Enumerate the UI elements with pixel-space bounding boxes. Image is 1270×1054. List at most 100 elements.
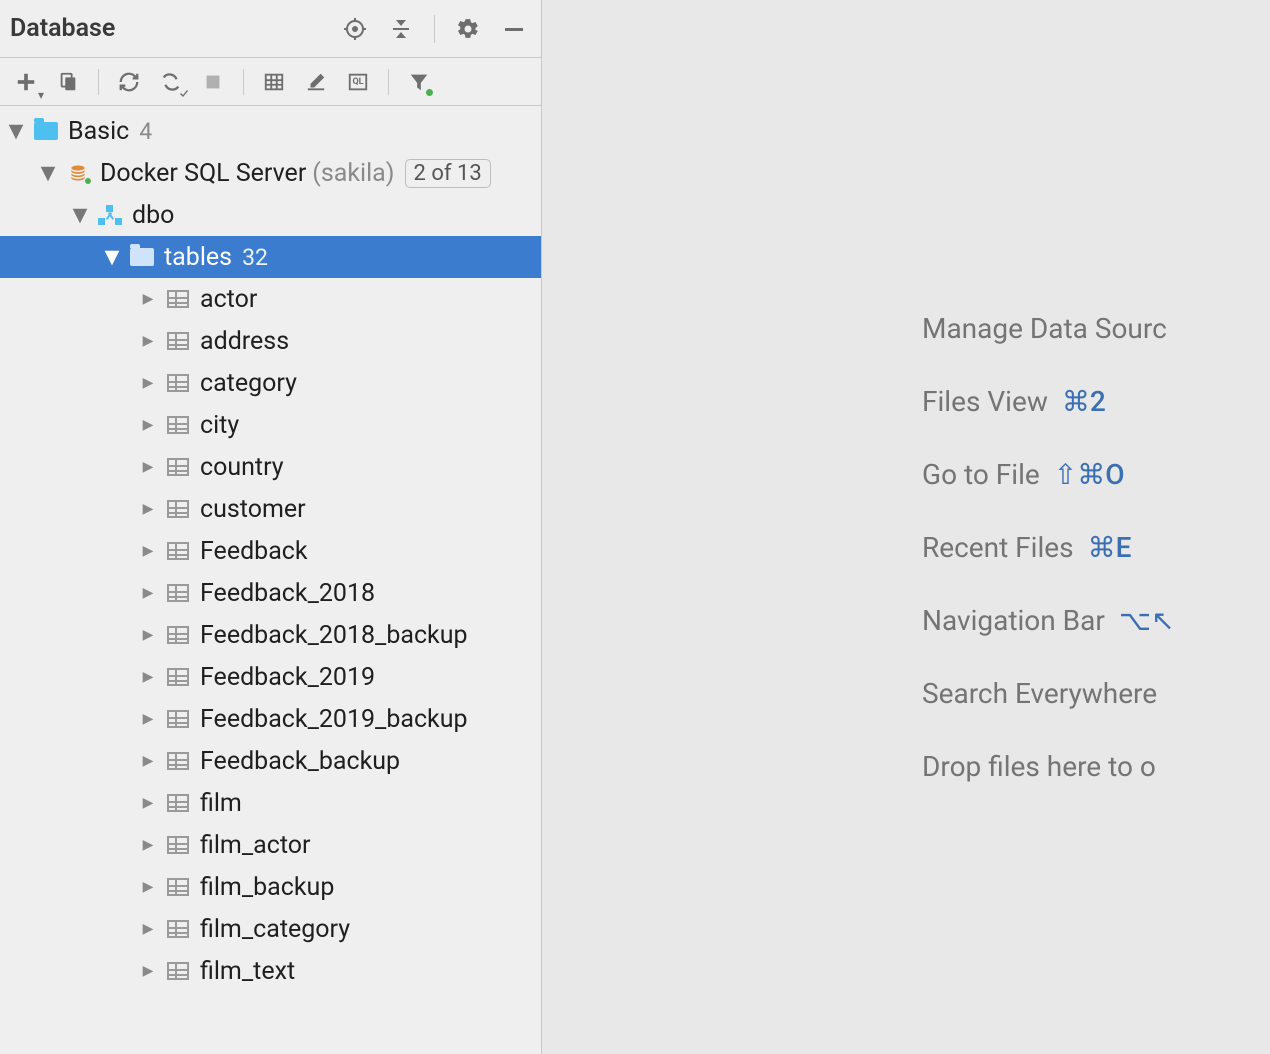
welcome-action[interactable]: Recent Files⌘E — [922, 531, 1270, 564]
app-root: Database — [0, 0, 1270, 1054]
tree-node-datasource[interactable]: ▼ Docker SQL Server (sakila) 2 of 13 — [0, 152, 541, 194]
chevron-right-icon[interactable]: ▶ — [138, 711, 158, 727]
table-icon — [164, 542, 192, 560]
welcome-action[interactable]: Search Everywhere — [922, 677, 1270, 710]
tree-node-table[interactable]: ▶ Feedback_2019 — [0, 656, 541, 698]
chevron-right-icon[interactable]: ▶ — [138, 501, 158, 517]
tree-node-table[interactable]: ▶film_backup — [0, 866, 541, 908]
collapse-all-icon[interactable] — [384, 12, 418, 46]
chevron-right-icon[interactable]: ▶ — [138, 837, 158, 853]
tree-node-label: actor — [200, 285, 257, 314]
tree-node-table[interactable]: ▶ film_text — [0, 950, 541, 992]
separator — [98, 69, 99, 95]
chevron-right-icon[interactable]: ▶ — [138, 585, 158, 601]
table-icon — [164, 290, 192, 308]
keyboard-shortcut: ⌥↖ — [1119, 604, 1175, 637]
add-button[interactable]: ▾ — [10, 66, 42, 98]
tree-node-count: 4 — [139, 118, 152, 145]
schema-icon — [96, 205, 124, 225]
keyboard-shortcut: ⇧⌘O — [1054, 458, 1125, 491]
tree-node-table[interactable]: ▶ film_category — [0, 908, 541, 950]
keyboard-shortcut: ⌘2 — [1062, 385, 1106, 418]
welcome-action[interactable]: Files View ⌘2 — [922, 385, 1270, 418]
chevron-right-icon[interactable]: ▶ — [138, 291, 158, 307]
tree-node-table[interactable]: ▶ Feedback — [0, 530, 541, 572]
table-view-button[interactable] — [258, 66, 290, 98]
table-icon — [164, 710, 192, 728]
edit-button[interactable] — [300, 66, 332, 98]
tree-node-table[interactable]: ▶ film_actor — [0, 824, 541, 866]
tree-node-label: tables — [164, 243, 232, 272]
tree-node-table[interactable]: ▶ Feedback_2019_backup — [0, 698, 541, 740]
chevron-right-icon[interactable]: ▶ — [138, 921, 158, 937]
table-icon — [164, 920, 192, 938]
chevron-down-icon[interactable]: ▼ — [102, 243, 122, 272]
database-tree[interactable]: ▼ Basic 4 ▼ Docker SQL Server (sakila) 2… — [0, 106, 541, 1054]
welcome-action-label: Navigation Bar — [922, 604, 1105, 637]
chevron-right-icon[interactable]: ▶ — [138, 417, 158, 433]
tree-node-table[interactable]: ▶ address — [0, 320, 541, 362]
tree-node-label: film_category — [200, 915, 350, 944]
separator — [243, 69, 244, 95]
tree-node-label: Feedback — [200, 537, 308, 566]
tree-node-label: film — [200, 789, 242, 818]
sync-tool-button[interactable] — [155, 66, 187, 98]
tree-node-table[interactable]: ▶customer — [0, 488, 541, 530]
welcome-action-label: Drop files here to o — [922, 750, 1156, 783]
tree-node-label: Docker SQL Server — [100, 159, 306, 188]
tree-node-table[interactable]: ▶Feedback_2018 — [0, 572, 541, 614]
chevron-down-icon[interactable]: ▼ — [6, 117, 26, 146]
chevron-right-icon[interactable]: ▶ — [138, 333, 158, 349]
refresh-button[interactable] — [113, 66, 145, 98]
tree-node-table[interactable]: ▶Feedback_backup — [0, 740, 541, 782]
duplicate-button[interactable] — [52, 66, 84, 98]
chevron-right-icon[interactable]: ▶ — [138, 669, 158, 685]
table-icon — [164, 878, 192, 896]
welcome-action[interactable]: Manage Data Sourc — [922, 312, 1270, 345]
tree-node-label: film_actor — [200, 831, 311, 860]
tree-node-table[interactable]: ▶ city — [0, 404, 541, 446]
tree-node-table[interactable]: ▶category — [0, 362, 541, 404]
table-icon — [164, 332, 192, 350]
tree-node-schema[interactable]: ▼ dbo — [0, 194, 541, 236]
tree-node-table[interactable]: ▶ country — [0, 446, 541, 488]
tree-node-table[interactable]: ▶Feedback_2018_backup — [0, 614, 541, 656]
welcome-action[interactable]: Drop files here to o — [922, 750, 1270, 783]
tree-node-label: address — [200, 327, 289, 356]
tree-node-table[interactable]: ▶ film — [0, 782, 541, 824]
welcome-action-label: Files View — [922, 385, 1048, 418]
welcome-action[interactable]: Navigation Bar ⌥↖ — [922, 604, 1270, 637]
chevron-right-icon[interactable]: ▶ — [138, 459, 158, 475]
tree-node-group[interactable]: ▼ Basic 4 — [0, 110, 541, 152]
tree-node-label: city — [200, 411, 239, 440]
sql-console-button[interactable]: QL — [342, 66, 374, 98]
chevron-right-icon[interactable]: ▶ — [138, 627, 158, 643]
chevron-right-icon[interactable]: ▶ — [138, 543, 158, 559]
tree-node-label: Feedback_2019_backup — [200, 705, 468, 734]
chevron-right-icon[interactable]: ▶ — [138, 375, 158, 391]
tree-node-label: film_text — [200, 957, 295, 986]
tree-node-label: Feedback_2019 — [200, 663, 375, 692]
welcome-action[interactable]: Go to File ⇧⌘O — [922, 458, 1270, 491]
chevron-right-icon[interactable]: ▶ — [138, 879, 158, 895]
target-icon[interactable] — [338, 12, 372, 46]
minimize-icon[interactable] — [497, 12, 531, 46]
tree-node-table[interactable]: ▶ actor — [0, 278, 541, 320]
table-icon — [164, 836, 192, 854]
chevron-right-icon[interactable]: ▶ — [138, 753, 158, 769]
tree-node-tables-folder[interactable]: ▼ tables 32 — [0, 236, 541, 278]
chevron-right-icon[interactable]: ▶ — [138, 795, 158, 811]
panel-toolbar: ▾ — [0, 58, 541, 106]
chevron-down-icon[interactable]: ▼ — [70, 201, 90, 230]
filter-button[interactable] — [403, 66, 435, 98]
separator — [388, 69, 389, 95]
gear-icon[interactable] — [451, 12, 485, 46]
tree-node-label: country — [200, 453, 284, 482]
separator — [434, 15, 435, 43]
table-icon — [164, 626, 192, 644]
welcome-action-label: Go to File — [922, 458, 1040, 491]
panel-title-actions — [338, 12, 531, 46]
chevron-right-icon[interactable]: ▶ — [138, 963, 158, 979]
chevron-down-icon[interactable]: ▼ — [38, 159, 58, 188]
stop-button[interactable] — [197, 66, 229, 98]
